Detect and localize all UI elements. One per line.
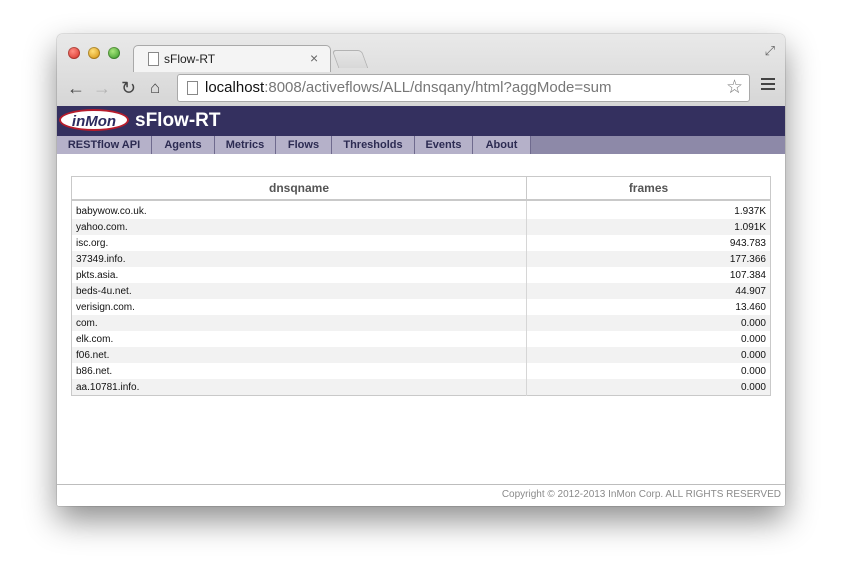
forward-icon[interactable]: → xyxy=(93,79,111,97)
frames-cell: 107.384 xyxy=(526,267,771,283)
address-bar[interactable]: localhost:8008/activeflows/ALL/dnsqany/h… xyxy=(177,74,750,102)
dnsqname-cell: f06.net. xyxy=(71,347,527,363)
frames-cell: 13.460 xyxy=(526,299,771,315)
browser-toolbar: sFlow-RT × ⤢ ← → ↻ ⌂ localhost:8008/acti… xyxy=(57,34,785,107)
new-tab-button[interactable] xyxy=(331,50,369,68)
frames-cell: 0.000 xyxy=(526,363,771,379)
frames-cell: 1.091K xyxy=(526,219,771,235)
frames-cell: 0.000 xyxy=(526,379,771,396)
table-header-row: dnsqname frames xyxy=(71,176,771,201)
nav-item-agents[interactable]: Agents xyxy=(152,136,215,154)
column-header-dnsqname: dnsqname xyxy=(71,176,527,201)
url-path: :8008/activeflows/ALL/dnsqany/html?aggMo… xyxy=(264,79,612,96)
dnsqname-cell: pkts.asia. xyxy=(76,269,119,281)
home-icon[interactable]: ⌂ xyxy=(150,79,160,97)
reload-icon[interactable]: ↻ xyxy=(121,79,136,97)
table-row: isc.org. 943.783 xyxy=(72,235,771,251)
main-content: dnsqname frames babywow.co.uk. 1.937K yah… xyxy=(57,154,785,484)
frames-cell: 943.783 xyxy=(526,235,771,251)
tab-close-icon[interactable]: × xyxy=(310,50,318,66)
column-header-frames: frames xyxy=(526,176,771,201)
frames-cell: 1.937K xyxy=(526,200,771,219)
table-row: elk.com. 0.000 xyxy=(72,331,771,347)
dnsqname-cell: com. xyxy=(71,315,527,331)
table-row: com. 0.000 xyxy=(71,315,771,331)
main-nav: RESTflow API Agents Metrics Flows Thresh… xyxy=(57,136,785,154)
frames-cell: 44.907 xyxy=(526,283,771,299)
page-icon xyxy=(187,81,198,95)
tab-title: sFlow-RT xyxy=(164,52,216,66)
dnsqname-cell: aa.10781.info. xyxy=(71,379,527,396)
frames-cell: 0.000 xyxy=(526,331,771,347)
close-window-button[interactable] xyxy=(68,47,80,59)
app-title: sFlow-RT xyxy=(135,110,221,131)
frames-cell: 177.366 xyxy=(526,251,771,267)
dnsqname-cell: babywow.co.uk. xyxy=(76,205,147,217)
table-row: babywow.co.uk. 1.937K xyxy=(72,200,771,219)
frames-cell: 0.000 xyxy=(526,315,771,331)
browser-window: sFlow-RT × ⤢ ← → ↻ ⌂ localhost:8008/acti… xyxy=(57,34,785,506)
fullscreen-icon[interactable]: ⤢ xyxy=(765,43,775,59)
dnsqname-cell: 37349.info. xyxy=(71,251,527,267)
flows-table: dnsqname frames babywow.co.uk. 1.937K yah… xyxy=(71,176,771,396)
table-row: aa.10781.info. 0.000 xyxy=(71,379,771,396)
nav-item-flows[interactable]: Flows xyxy=(276,136,332,154)
table-row: verisign.com. 13.460 xyxy=(72,299,771,315)
dnsqname-cell: yahoo.com. xyxy=(71,219,527,235)
nav-item-about[interactable]: About xyxy=(473,136,531,154)
dnsqname-cell: verisign.com. xyxy=(76,301,135,313)
dnsqname-cell: isc.org. xyxy=(76,237,109,249)
page-icon xyxy=(148,52,159,66)
back-icon[interactable]: ← xyxy=(67,79,85,97)
browser-tab[interactable]: sFlow-RT × xyxy=(133,45,331,72)
table-row: pkts.asia. 107.384 xyxy=(72,267,771,283)
menu-icon[interactable] xyxy=(761,78,775,93)
footer: Copyright © 2012-2013 InMon Corp. ALL RI… xyxy=(57,484,785,506)
dnsqname-cell: beds-4u.net. xyxy=(71,283,527,299)
table-row: yahoo.com. 1.091K xyxy=(71,219,771,235)
url-text[interactable]: localhost:8008/activeflows/ALL/dnsqany/h… xyxy=(205,79,612,96)
nav-item-thresholds[interactable]: Thresholds xyxy=(332,136,415,154)
url-host: localhost xyxy=(205,79,265,96)
dnsqname-cell: b86.net. xyxy=(76,365,113,377)
inmon-logo[interactable]: inMon xyxy=(59,109,129,131)
logo-text: inMon xyxy=(71,113,117,130)
table-row: b86.net. 0.000 xyxy=(72,363,771,379)
zoom-window-button[interactable] xyxy=(108,47,120,59)
frames-cell: 0.000 xyxy=(526,347,771,363)
nav-item-metrics[interactable]: Metrics xyxy=(215,136,276,154)
table-row: 37349.info. 177.366 xyxy=(71,251,771,267)
copyright-text: Copyright © 2012-2013 InMon Corp. ALL RI… xyxy=(501,489,781,500)
table-row: beds-4u.net. 44.907 xyxy=(71,283,771,299)
app-header: inMon sFlow-RT xyxy=(57,106,785,136)
table-row: f06.net. 0.000 xyxy=(71,347,771,363)
nav-item-events[interactable]: Events xyxy=(415,136,473,154)
nav-item-restflow-api[interactable]: RESTflow API xyxy=(57,136,152,154)
star-icon[interactable]: ☆ xyxy=(726,76,743,99)
minimize-window-button[interactable] xyxy=(88,47,100,59)
dnsqname-cell: elk.com. xyxy=(76,333,114,345)
